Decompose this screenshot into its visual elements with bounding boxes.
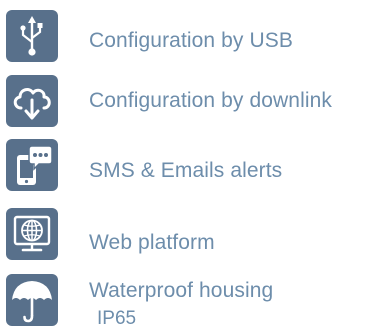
feature-downlink: Configuration by downlink: [0, 68, 371, 128]
umbrella-icon: [6, 274, 58, 326]
cloud-download-icon: [6, 75, 58, 127]
feature-label: Waterproof housing: [89, 279, 274, 302]
feature-usb: Configuration by USB: [0, 7, 371, 67]
feature-list: Configuration by USB Configuration by do…: [0, 0, 371, 332]
feature-label: Web platform: [89, 231, 215, 254]
feature-label: Configuration by USB: [89, 29, 293, 52]
feature-web-platform: Web platform: [0, 208, 371, 268]
phone-chat-icon: [6, 139, 58, 191]
feature-label: SMS & Emails alerts: [89, 159, 283, 182]
feature-label: Configuration by downlink: [89, 89, 332, 112]
feature-alerts: SMS & Emails alerts: [0, 139, 371, 199]
feature-waterproof: Waterproof housing IP65: [0, 274, 371, 332]
feature-sublabel: IP65: [97, 308, 137, 329]
globe-monitor-icon: [6, 208, 58, 260]
usb-icon: [6, 10, 58, 62]
